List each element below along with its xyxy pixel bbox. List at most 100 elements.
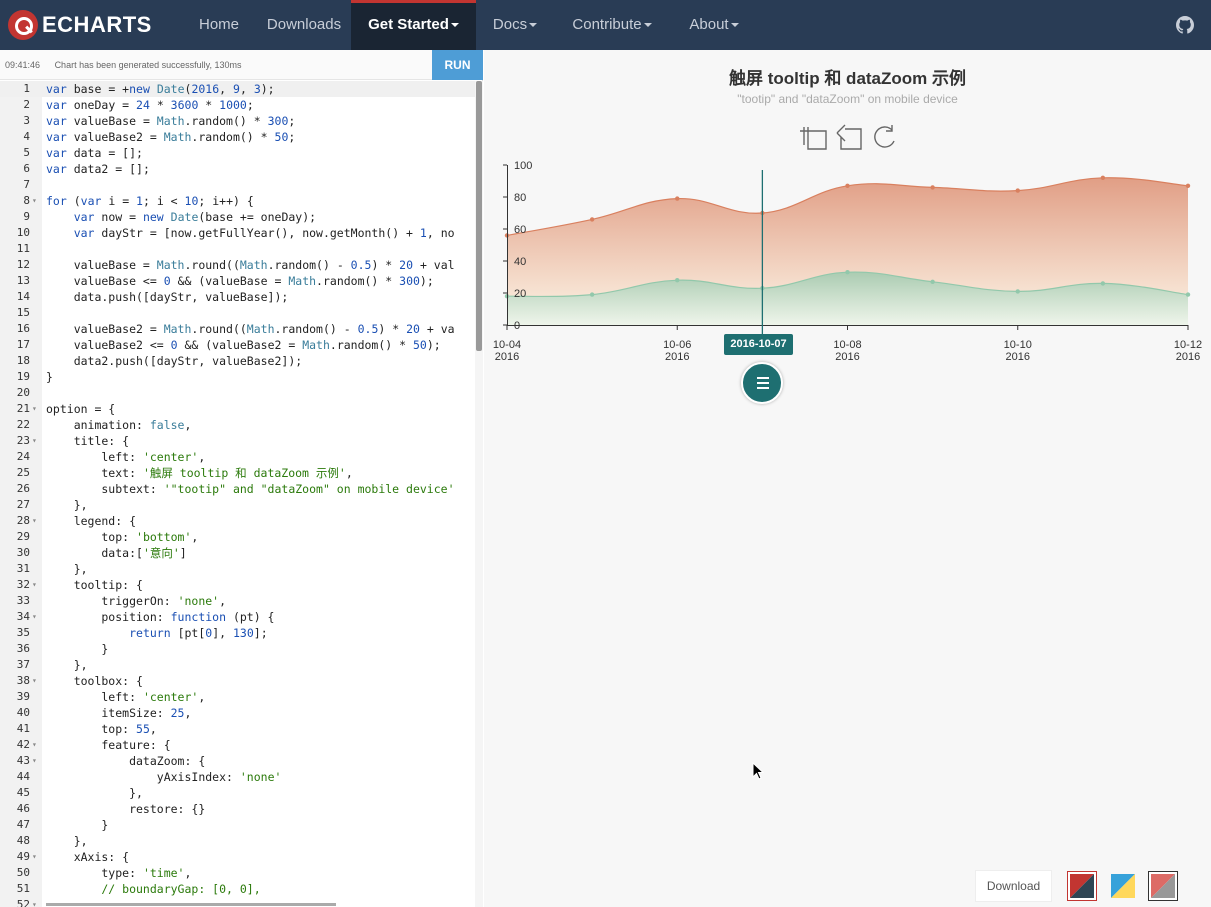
fold-toggle-icon[interactable]: ▾: [32, 753, 37, 769]
code-line[interactable]: 36 }: [0, 641, 475, 657]
code-line[interactable]: 24 left: 'center',: [0, 449, 475, 465]
code-line[interactable]: 42 ▾ feature: {: [0, 737, 475, 753]
code-line[interactable]: 21 ▾ option = {: [0, 401, 475, 417]
code-line[interactable]: 6 var data2 = [];: [0, 161, 475, 177]
nav-home[interactable]: Home: [181, 0, 257, 50]
code-line[interactable]: 41 top: 55,: [0, 721, 475, 737]
nav-contribute[interactable]: Contribute: [554, 0, 670, 50]
download-button[interactable]: Download: [975, 870, 1052, 902]
line-number: 36: [16, 642, 30, 655]
code-line[interactable]: 2 var oneDay = 24 * 3600 * 1000;: [0, 97, 475, 113]
code-line[interactable]: 10 var dayStr = [now.getFullYear(), now.…: [0, 225, 475, 241]
line-number: 18: [16, 354, 30, 367]
line-number: 40: [16, 706, 30, 719]
code-line[interactable]: 44 yAxisIndex: 'none': [0, 769, 475, 785]
fold-toggle-icon[interactable]: ▾: [32, 737, 37, 753]
axis-pointer-label: 2016-10-07: [724, 334, 793, 355]
fold-toggle-icon[interactable]: ▾: [32, 849, 37, 865]
github-icon[interactable]: [1176, 16, 1194, 34]
zoom-back-icon: [836, 124, 862, 150]
code-line[interactable]: 51 // boundaryGap: [0, 0],: [0, 881, 475, 897]
code-line[interactable]: 39 left: 'center',: [0, 689, 475, 705]
code-line[interactable]: 17 valueBase2 <= 0 && (valueBase2 = Math…: [0, 337, 475, 353]
code-line[interactable]: 1 var base = +new Date(2016, 9, 3);: [0, 81, 475, 97]
nav-downloads[interactable]: Downloads: [257, 0, 351, 50]
code-line[interactable]: 35 return [pt[0], 130];: [0, 625, 475, 641]
code-line[interactable]: 34 ▾ position: function (pt) {: [0, 609, 475, 625]
code-line[interactable]: 14 data.push([dayStr, valueBase]);: [0, 289, 475, 305]
code-line[interactable]: 19}: [0, 369, 475, 385]
code-line[interactable]: 48 },: [0, 833, 475, 849]
horizontal-scrollbar[interactable]: [46, 903, 336, 906]
code-line[interactable]: 4 var valueBase2 = Math.random() * 50;: [0, 129, 475, 145]
code-line[interactable]: 11: [0, 241, 475, 257]
x-axis-tick-label: 10-10: [1004, 339, 1032, 351]
code-line[interactable]: 13 valueBase <= 0 && (valueBase = Math.r…: [0, 273, 475, 289]
fold-toggle-icon[interactable]: ▾: [32, 609, 37, 625]
nav-get-started[interactable]: Get Started: [351, 0, 476, 50]
code-line[interactable]: 46 restore: {}: [0, 801, 475, 817]
code-line[interactable]: 8 ▾ for (var i = 1; i < 10; i++) {: [0, 193, 475, 209]
theme-default-swatch[interactable]: [1067, 871, 1097, 901]
code-text: var data2 = [];: [46, 162, 150, 176]
chart-canvas[interactable]: 02040608010010-04201610-06201610-0820161…: [484, 50, 1211, 410]
line-number: 45: [16, 786, 30, 799]
fold-toggle-icon[interactable]: ▾: [32, 577, 37, 593]
code-line[interactable]: 20: [0, 385, 475, 401]
code-text: // boundaryGap: [0, 0],: [46, 882, 261, 896]
scrollbar-thumb[interactable]: [476, 81, 482, 351]
vertical-scrollbar[interactable]: [475, 81, 483, 907]
fold-toggle-icon[interactable]: ▾: [32, 897, 37, 907]
run-button[interactable]: RUN: [432, 50, 483, 80]
code-line[interactable]: 26 subtext: '"tootip" and "dataZoom" on …: [0, 481, 475, 497]
status-bar: 09:41:46 Chart has been generated succes…: [0, 50, 432, 80]
fold-toggle-icon[interactable]: ▾: [32, 401, 37, 417]
code-line[interactable]: 45 },: [0, 785, 475, 801]
code-line[interactable]: 50 type: 'time',: [0, 865, 475, 881]
fold-toggle-icon[interactable]: ▾: [32, 433, 37, 449]
echarts-logo[interactable]: ECHARTS: [8, 9, 152, 41]
fold-toggle-icon[interactable]: ▾: [32, 673, 37, 689]
code-line[interactable]: 49 ▾ xAxis: {: [0, 849, 475, 865]
code-line[interactable]: 47 }: [0, 817, 475, 833]
series-0-point: [930, 185, 935, 190]
theme-dark-swatch[interactable]: [1148, 871, 1178, 901]
code-line[interactable]: 30 data:['意向']: [0, 545, 475, 561]
code-line[interactable]: 16 valueBase2 = Math.round((Math.random(…: [0, 321, 475, 337]
series-1-point: [845, 270, 850, 275]
y-axis-tick-label: 100: [514, 160, 532, 172]
code-line[interactable]: 32 ▾ tooltip: {: [0, 577, 475, 593]
nav-docs[interactable]: Docs: [476, 0, 554, 50]
code-line[interactable]: 23 ▾ title: {: [0, 433, 475, 449]
code-line[interactable]: 18 data2.push([dayStr, valueBase2]);: [0, 353, 475, 369]
code-line[interactable]: 12 valueBase = Math.round((Math.random()…: [0, 257, 475, 273]
code-line[interactable]: 3 var valueBase = Math.random() * 300;: [0, 113, 475, 129]
code-text: animation: false,: [46, 418, 192, 432]
code-line[interactable]: 25 text: '触屏 tooltip 和 dataZoom 示例',: [0, 465, 475, 481]
code-line[interactable]: 9 var now = new Date(base += oneDay);: [0, 209, 475, 225]
code-text: left: 'center',: [46, 690, 206, 704]
code-line[interactable]: 38 ▾ toolbox: {: [0, 673, 475, 689]
code-line[interactable]: 29 top: 'bottom',: [0, 529, 475, 545]
series-0-point: [589, 217, 595, 222]
fold-toggle-icon[interactable]: ▾: [32, 513, 37, 529]
x-axis-tick-year: 2016: [665, 351, 689, 363]
code-line[interactable]: 33 triggerOn: 'none',: [0, 593, 475, 609]
code-line[interactable]: 40 itemSize: 25,: [0, 705, 475, 721]
line-number: 44: [16, 770, 30, 783]
code-line[interactable]: 31 },: [0, 561, 475, 577]
code-editor[interactable]: 1 var base = +new Date(2016, 9, 3); 2 var o…: [0, 81, 475, 907]
theme-light-swatch[interactable]: [1108, 871, 1138, 901]
code-line[interactable]: 15: [0, 305, 475, 321]
code-line[interactable]: 27 },: [0, 497, 475, 513]
code-line[interactable]: 7: [0, 177, 475, 193]
fold-toggle-icon[interactable]: ▾: [32, 193, 37, 209]
series-1-point: [675, 278, 680, 283]
series-1-point: [589, 292, 595, 297]
nav-about[interactable]: About: [670, 0, 758, 50]
code-line[interactable]: 5 var data = [];: [0, 145, 475, 161]
code-line[interactable]: 22 animation: false,: [0, 417, 475, 433]
code-line[interactable]: 43 ▾ dataZoom: {: [0, 753, 475, 769]
code-line[interactable]: 28 ▾ legend: {: [0, 513, 475, 529]
code-line[interactable]: 37 },: [0, 657, 475, 673]
